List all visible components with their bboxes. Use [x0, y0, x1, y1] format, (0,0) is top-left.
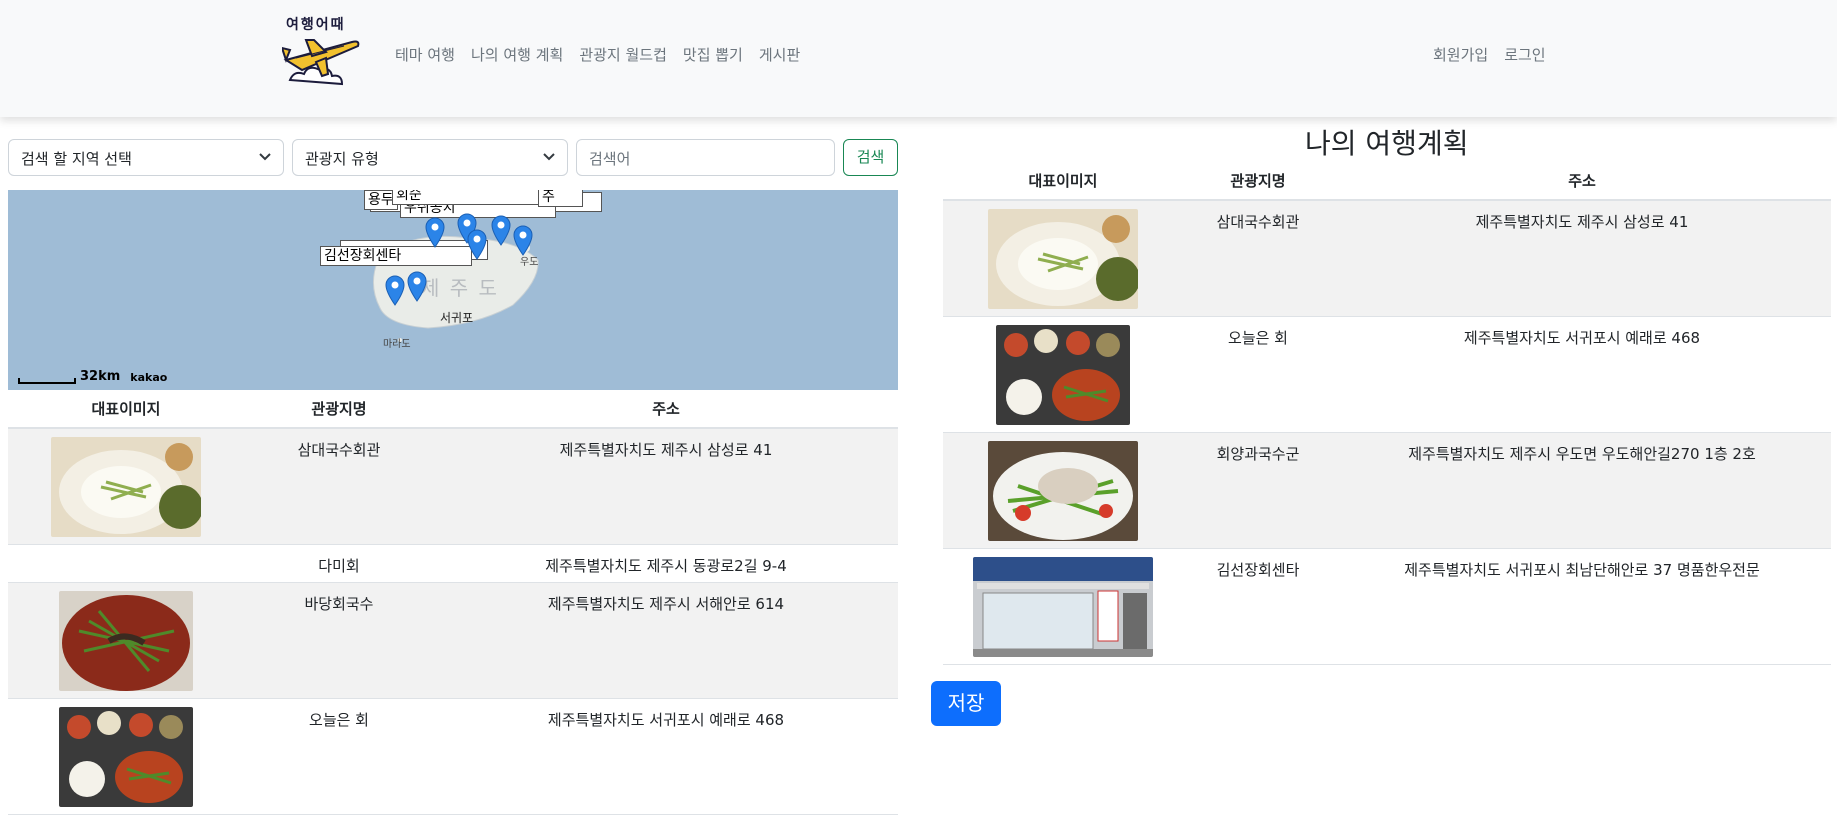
- main-nav: 테마 여행 나의 여행 계획 관광지 월드컵 맛집 뽑기 게시판: [395, 44, 816, 65]
- row-image-cell: [8, 582, 244, 699]
- row-name: 삼대국수회관: [244, 428, 434, 545]
- map-label-marado: 마라도: [383, 339, 411, 350]
- map-label-seogwipo: 서귀포: [440, 311, 474, 325]
- nav-my-plan[interactable]: 나의 여행 계획: [471, 44, 563, 65]
- korean-meal-image: [996, 324, 1130, 425]
- nav-theme-travel[interactable]: 테마 여행: [395, 44, 455, 65]
- map-label-center: 김선장회센타: [320, 246, 472, 266]
- header-address: 주소: [1333, 162, 1831, 201]
- search-button[interactable]: 검색: [843, 139, 898, 176]
- row-image-cell: [8, 698, 244, 815]
- nav-login[interactable]: 로그인: [1504, 44, 1545, 65]
- spicy-noodle-image: [59, 590, 193, 691]
- auth-nav: 회원가입 로그인: [1433, 44, 1562, 65]
- map-marker-icon[interactable]: [384, 274, 406, 306]
- nav-restaurant-pick[interactable]: 맛집 뽑기: [683, 44, 743, 65]
- row-name: 바당회국수: [244, 582, 434, 699]
- type-select[interactable]: 관광지 유형: [292, 139, 568, 176]
- row-address: 제주특별자치도 서귀포시 예래로 468: [1333, 316, 1831, 433]
- brand-logo[interactable]: 여행어때: [282, 12, 362, 98]
- scale-text: 32km: [80, 369, 121, 384]
- table-header-row: 대표이미지 관광지명 주소: [943, 162, 1831, 201]
- row-name: 회양과국수군: [1183, 432, 1333, 549]
- table-row[interactable]: 오늘은 회 제주특별자치도 서귀포시 예래로 468: [943, 316, 1831, 433]
- map-marker-icon[interactable]: [406, 270, 428, 302]
- kakao-map[interactable]: 제 주 도 서귀포 마라도 우도 우쉬공치 용두 회순 주 김선장회센타 32k…: [8, 190, 898, 390]
- sashimi-plate-image: [988, 440, 1138, 541]
- map-provider-logo: kakao: [130, 371, 168, 384]
- noodle-bowl-image: [988, 209, 1138, 309]
- save-button[interactable]: 저장: [931, 681, 1001, 726]
- row-image-cell: [8, 544, 244, 583]
- top-navbar: 여행어때 테마 여행 나의 여행 계획 관광지 월드컵 맛집 뽑기 게시판 회원…: [0, 0, 1837, 117]
- table-row[interactable]: 삼대국수회관 제주특별자치도 제주시 삼성로 41: [943, 200, 1831, 317]
- scale-line: [18, 378, 76, 384]
- nav-signup[interactable]: 회원가입: [1433, 44, 1488, 65]
- airplane-icon: [282, 39, 360, 86]
- chevron-down-icon: [259, 153, 271, 161]
- row-address: 제주특별자치도 서귀포시 예래로 468: [434, 698, 898, 815]
- keyword-placeholder: 검색어: [589, 150, 631, 168]
- header-address: 주소: [434, 390, 898, 429]
- search-results-table: 대표이미지 관광지명 주소 삼대국수회관 제주특별자치도 제주시 삼성로 41 …: [8, 390, 898, 815]
- row-image-cell: [943, 200, 1183, 317]
- my-plan-table: 대표이미지 관광지명 주소 삼대국수회관 제주특별자치도 제주시 삼성로 41 …: [943, 162, 1831, 665]
- table-row[interactable]: 김선장회센타 제주특별자치도 서귀포시 최남단해안로 37 명품한우전문: [943, 548, 1831, 665]
- row-name: 다미회: [244, 544, 434, 583]
- map-scale: 32km kakao: [18, 369, 167, 384]
- row-image-cell: [8, 428, 244, 545]
- row-image-cell: [943, 432, 1183, 549]
- table-header-row: 대표이미지 관광지명 주소: [8, 390, 898, 429]
- map-marker-icon[interactable]: [490, 214, 512, 246]
- map-label-top4: 주: [538, 190, 583, 207]
- row-address: 제주특별자치도 제주시 우도면 우도해안길270 1층 2호: [1333, 432, 1831, 549]
- storefront-image: [973, 556, 1153, 657]
- row-image-cell: [943, 316, 1183, 433]
- map-label-island: 제 주 도: [421, 276, 499, 300]
- table-row[interactable]: 회양과국수군 제주특별자치도 제주시 우도면 우도해안길270 1층 2호: [943, 432, 1831, 549]
- row-image-cell: [943, 548, 1183, 665]
- header-image: 대표이미지: [943, 162, 1183, 201]
- header-name: 관광지명: [244, 390, 434, 429]
- nav-worldcup[interactable]: 관광지 월드컵: [579, 44, 667, 65]
- noodle-bowl-image: [51, 437, 201, 537]
- map-marker-icon[interactable]: [466, 228, 488, 260]
- my-plan-title: 나의 여행계획: [1305, 127, 1469, 160]
- header-image: 대표이미지: [8, 390, 244, 429]
- type-select-value: 관광지 유형: [305, 150, 379, 168]
- keyword-input[interactable]: 검색어: [576, 139, 835, 176]
- region-select[interactable]: 검색 할 지역 선택: [8, 139, 284, 176]
- map-marker-icon[interactable]: [424, 216, 446, 248]
- row-address: 제주특별자치도 서귀포시 최남단해안로 37 명품한우전문: [1333, 548, 1831, 665]
- row-address: 제주특별자치도 제주시 동광로2길 9-4: [434, 544, 898, 583]
- nav-board[interactable]: 게시판: [759, 44, 800, 65]
- row-address: 제주특별자치도 제주시 서해안로 614: [434, 582, 898, 699]
- map-label-top2: 회순: [392, 190, 542, 205]
- table-row[interactable]: 다미회 제주특별자치도 제주시 동광로2길 9-4: [8, 544, 898, 583]
- row-name: 오늘은 회: [244, 698, 434, 815]
- row-name: 오늘은 회: [1183, 316, 1333, 433]
- table-row[interactable]: 바당회국수 제주특별자치도 제주시 서해안로 614: [8, 582, 898, 699]
- row-name: 삼대국수회관: [1183, 200, 1333, 317]
- row-name: 김선장회센타: [1183, 548, 1333, 665]
- region-select-value: 검색 할 지역 선택: [21, 150, 132, 168]
- korean-meal-image: [59, 706, 193, 807]
- table-row[interactable]: 삼대국수회관 제주특별자치도 제주시 삼성로 41: [8, 428, 898, 545]
- chevron-down-icon: [543, 153, 555, 161]
- table-row[interactable]: 오늘은 회 제주특별자치도 서귀포시 예래로 468: [8, 698, 898, 815]
- row-address: 제주특별자치도 제주시 삼성로 41: [434, 428, 898, 545]
- header-name: 관광지명: [1183, 162, 1333, 201]
- row-address: 제주특별자치도 제주시 삼성로 41: [1333, 200, 1831, 317]
- map-marker-icon[interactable]: [512, 224, 534, 256]
